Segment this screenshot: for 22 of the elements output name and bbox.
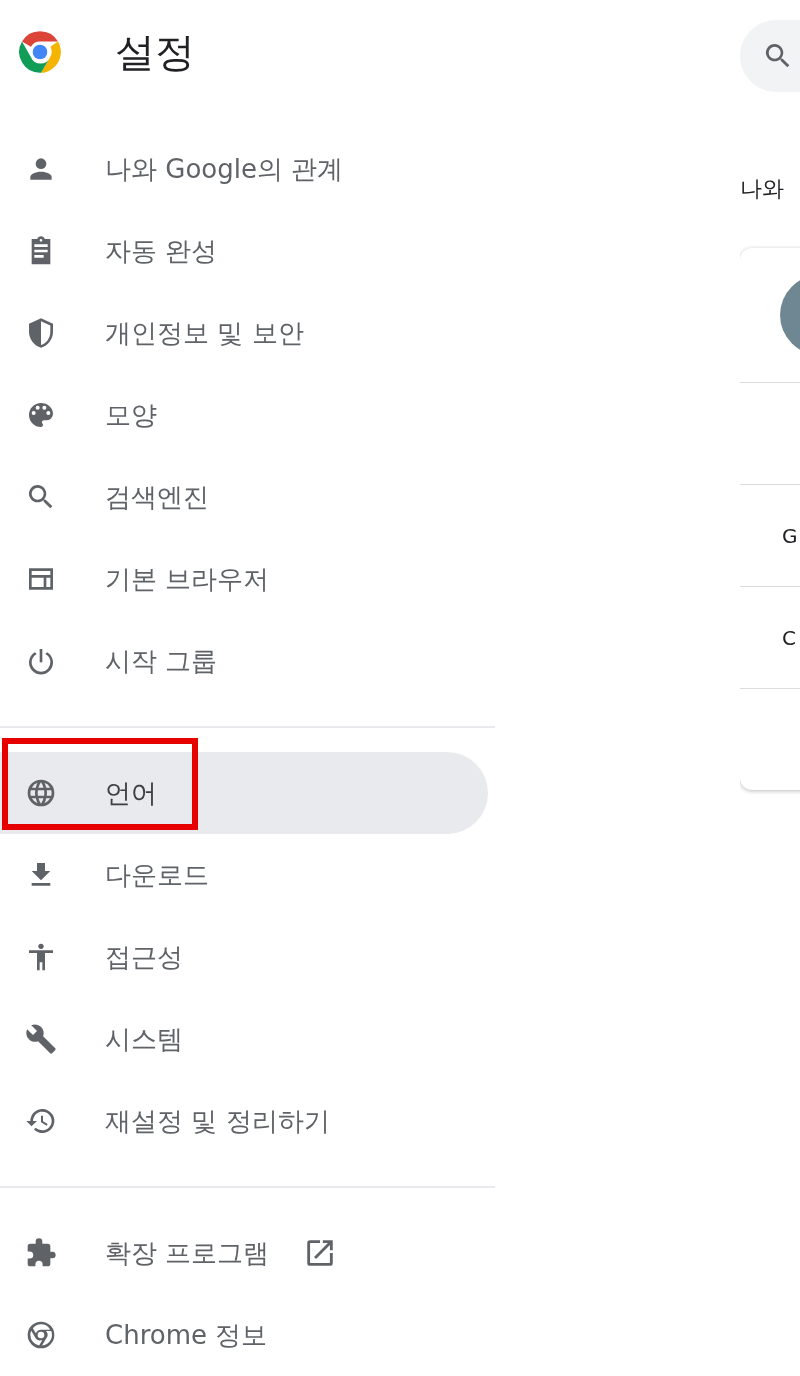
- sidebar-item[interactable]: 언어: [0, 752, 488, 834]
- sidebar-item[interactable]: 시스템: [0, 998, 488, 1080]
- page-title: 설정: [115, 27, 195, 77]
- sidebar-item[interactable]: 모양: [0, 374, 488, 456]
- sidebar-item[interactable]: 접근성: [0, 916, 488, 998]
- wrench-icon: [25, 1023, 57, 1055]
- sidebar-item[interactable]: 재설정 및 정리하기: [0, 1080, 488, 1162]
- sidebar-item[interactable]: 나와 Google의 관계: [0, 128, 488, 210]
- puzzle-icon: [25, 1237, 57, 1269]
- sidebar-item[interactable]: 검색엔진: [0, 456, 488, 538]
- row-label: C: [782, 625, 796, 650]
- chrome-icon: [25, 1319, 57, 1351]
- sidebar-item[interactable]: Chrome 정보: [0, 1294, 488, 1376]
- sidebar-item[interactable]: 개인정보 및 보안: [0, 292, 488, 374]
- sidebar-item[interactable]: 시작 그룹: [0, 620, 488, 702]
- sidebar-item[interactable]: 자동 완성: [0, 210, 488, 292]
- sidebar-item[interactable]: 기본 브라우저: [0, 538, 488, 620]
- section-title: 나와: [740, 175, 785, 203]
- sidebar-item[interactable]: 다운로드: [0, 834, 488, 916]
- sidebar-item[interactable]: 확장 프로그램: [0, 1212, 488, 1294]
- globe-icon: [25, 777, 57, 809]
- row-label: G: [782, 523, 798, 548]
